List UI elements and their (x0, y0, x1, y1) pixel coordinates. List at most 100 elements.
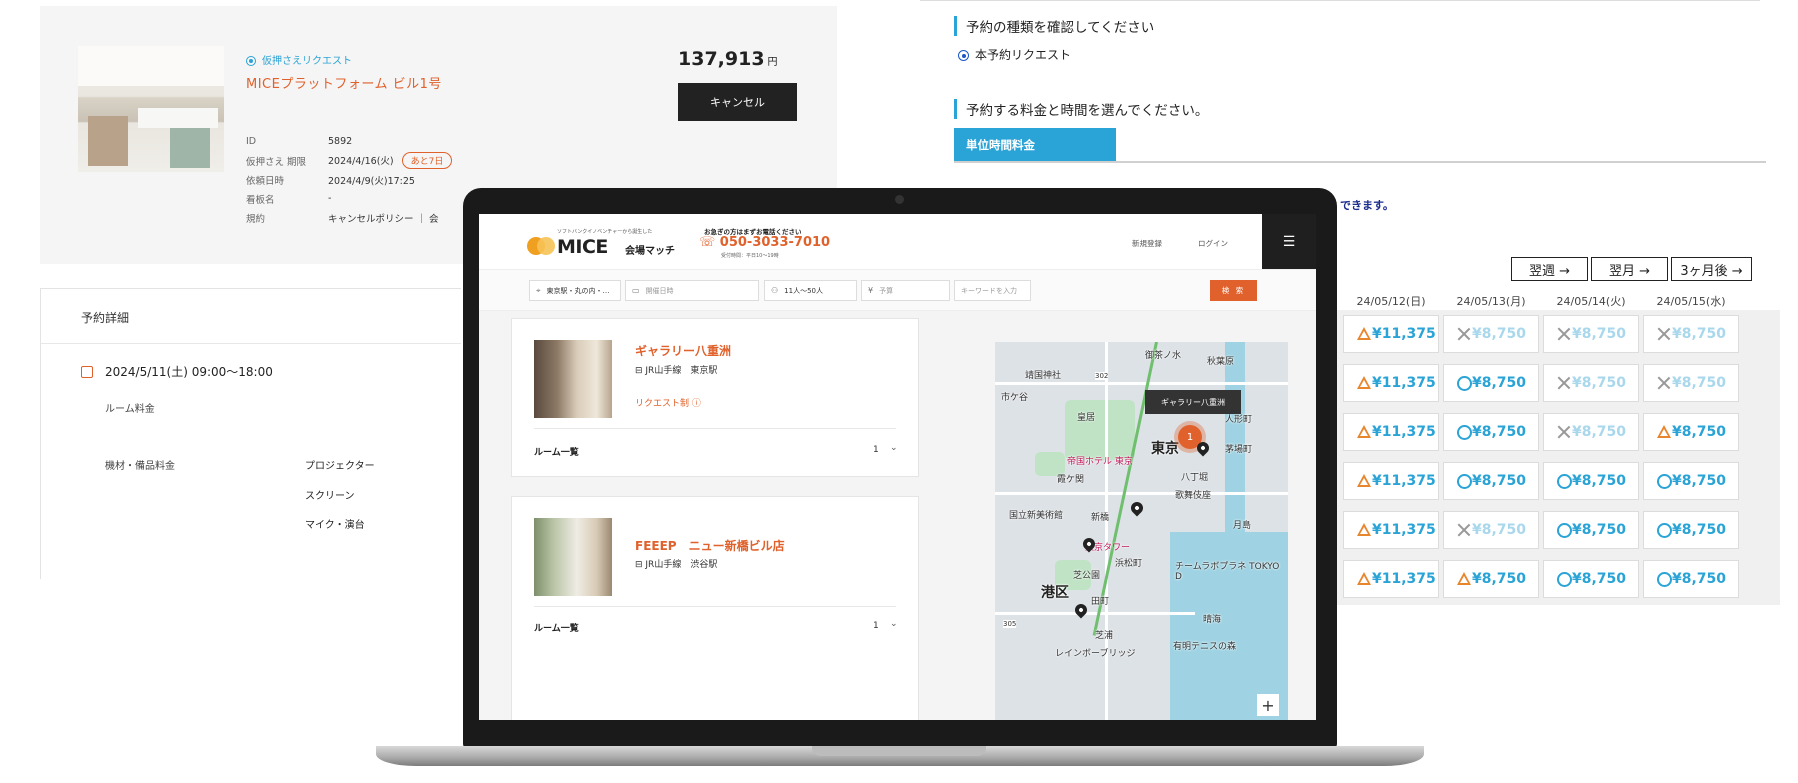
map-label: 皇居 (1077, 413, 1096, 423)
slot-price: ¥11,375 (1372, 375, 1436, 391)
venue-name[interactable]: FEEEP ニュー新橋ビル店 (635, 537, 785, 554)
zoom-in-button[interactable]: + (1257, 694, 1279, 716)
row-value: 2024/4/9(火)17:25 (328, 175, 415, 187)
room-count: 1 (873, 621, 879, 631)
availability-cell: ¥8,750 (1643, 315, 1739, 353)
table-row: ID 5892 (246, 132, 452, 151)
availability-cell[interactable]: ¥8,750 (1543, 511, 1639, 549)
site-header: ソフトバンクイノベンチャーから誕生した MICE 会場マッチ お急ぎの方はまずお… (479, 214, 1316, 270)
map-label: 国立新美術館 (1009, 511, 1064, 521)
map-label: 新橋 (1091, 513, 1110, 523)
register-link[interactable]: 新規登録 (1132, 238, 1162, 249)
login-link[interactable]: ログイン (1198, 238, 1228, 249)
phone-number[interactable]: ☏ 050-3033-7010 (699, 235, 830, 250)
booking-type-option[interactable]: 本予約リクエスト (958, 46, 1071, 63)
availability-cell[interactable]: ¥8,750 (1643, 511, 1739, 549)
availability-cell[interactable]: ¥8,750 (1443, 364, 1539, 402)
slot-price: ¥8,750 (1672, 326, 1727, 342)
slot-price: ¥8,750 (1572, 571, 1627, 587)
row-label: 依頼日時 (246, 175, 285, 187)
venue-card[interactable]: ギャラリー八重洲 ⊟ JR山手線 東京駅 リクエスト制 ⓘ ルーム一覧 1 ⌄ (511, 318, 919, 477)
site-logo[interactable]: MICE (557, 236, 608, 258)
equipment-item: マイク・演台 (305, 520, 365, 531)
venue-card[interactable]: FEEEP ニュー新橋ビル店 ⊟ JR山手線 渋谷駅 ルーム一覧 1 ⌄ (511, 496, 919, 720)
row-label: ID (246, 136, 257, 147)
map-label: 浜松町 (1115, 559, 1143, 569)
keyword-input[interactable]: キーワードを入力 (954, 280, 1031, 301)
slot-price: ¥8,750 (1672, 571, 1727, 587)
room-list-label[interactable]: ルーム一覧 (534, 621, 579, 634)
availability-cell: ¥8,750 (1543, 413, 1639, 451)
policy-link[interactable]: キャンセルポリシー ｜ 会 (328, 208, 452, 227)
slot-price: ¥8,750 (1672, 473, 1727, 489)
availability-cell[interactable]: ¥8,750 (1443, 462, 1539, 500)
venue-photo (534, 340, 612, 418)
help-icon[interactable]: ⓘ (692, 399, 701, 409)
venue-pin-icon[interactable] (1072, 601, 1090, 619)
next-month-button[interactable]: 翌月 → (1591, 257, 1668, 281)
slot-price: ¥11,375 (1372, 326, 1436, 342)
availability-cell[interactable]: ¥11,375 (1343, 511, 1439, 549)
availability-cell[interactable]: ¥8,750 (1443, 413, 1539, 451)
room-list-label[interactable]: ルーム一覧 (534, 445, 579, 458)
availability-cell: ¥8,750 (1643, 364, 1739, 402)
venue-tooltip[interactable]: ギャラリー八重洲 (1145, 390, 1241, 414)
available-icon (1556, 571, 1572, 587)
slot-price: ¥8,750 (1472, 473, 1527, 489)
availability-cell[interactable]: ¥8,750 (1543, 560, 1639, 598)
availability-cell[interactable]: ¥8,750 (1643, 462, 1739, 500)
next-week-button[interactable]: 翌週 → (1511, 257, 1588, 281)
search-button[interactable]: 検 索 (1210, 280, 1257, 301)
map-label: 芝浦 (1095, 631, 1114, 641)
three-months-later-button[interactable]: 3ヶ月後 → (1671, 257, 1752, 281)
slot-price: ¥11,375 (1372, 424, 1436, 440)
row-label: 看板名 (246, 194, 275, 206)
availability-cell[interactable]: ¥11,375 (1343, 364, 1439, 402)
availability-cell[interactable]: ¥11,375 (1343, 560, 1439, 598)
people-value: 11人〜50人 (784, 286, 823, 295)
available-icon (1456, 473, 1472, 489)
chevron-down-icon[interactable]: ⌄ (890, 619, 898, 629)
map-label: 霞ケ関 (1057, 475, 1085, 485)
map-label: レインボーブリッジ (1055, 649, 1136, 659)
radio-selected-icon[interactable] (958, 50, 969, 61)
station-select[interactable]: ⌖ 東京駅・丸の内・… (529, 280, 621, 301)
availability-cell[interactable]: ¥11,375 (1343, 462, 1439, 500)
budget-input[interactable]: ¥ 予算 (861, 280, 950, 301)
availability-cell[interactable]: ¥11,375 (1343, 315, 1439, 353)
table-row: 看板名 - (246, 189, 452, 208)
price-value: 137,913 (678, 48, 765, 70)
request-info[interactable]: リクエスト制 ⓘ (635, 396, 701, 409)
date-input[interactable]: ▭ 開催日時 (625, 280, 759, 301)
availability-cell[interactable]: ¥11,375 (1343, 413, 1439, 451)
cancel-button[interactable]: キャンセル (678, 83, 797, 121)
chevron-down-icon[interactable]: ⌄ (890, 443, 898, 453)
few-left-icon (1356, 375, 1372, 391)
map-label: 秋葉原 (1207, 357, 1235, 367)
map-label: 有明テニスの森 (1173, 642, 1237, 652)
slot-price: ¥8,750 (1472, 424, 1527, 440)
availability-cell[interactable]: ¥8,750 (1543, 462, 1639, 500)
map-view[interactable]: 御茶ノ水 秋葉原 靖国神社 302 市ケ谷 皇居 人形町 東京 茅場町 帝国ホテ… (995, 342, 1288, 720)
logo-tagline: ソフトバンクイノベンチャーから誕生した (557, 229, 653, 235)
search-bar: ⌖ 東京駅・丸の内・… ▭ 開催日時 ⚇ 11人〜50人 ¥ 予算 キーワードを入力 検… (479, 270, 1316, 311)
request-type-label: 仮押さえリクエスト (262, 56, 352, 67)
phone-hours: 受付時間：平日10〜19時 (721, 253, 779, 259)
slot-price: ¥8,750 (1672, 522, 1727, 538)
venue-photo (78, 46, 224, 172)
availability-cell[interactable]: ¥8,750 (1443, 560, 1539, 598)
available-icon (1456, 424, 1472, 440)
available-icon (1556, 473, 1572, 489)
map-label: 市ケ谷 (1001, 393, 1029, 403)
tab-unit-time-price[interactable]: 単位時間料金 (954, 128, 1116, 161)
venue-name[interactable]: ギャラリー八重洲 (635, 342, 731, 359)
availability-cell[interactable]: ¥8,750 (1643, 413, 1739, 451)
availability-cell[interactable]: ¥8,750 (1643, 560, 1739, 598)
slot-price: ¥8,750 (1472, 375, 1527, 391)
price-time-heading: 予約する料金と時間を選んでください。 (954, 99, 1208, 119)
venue-pin-icon[interactable] (1128, 499, 1146, 517)
venue-title[interactable]: MICEプラットフォーム ビル1号 (246, 73, 442, 92)
map-label: 月島 (1233, 521, 1252, 531)
menu-icon[interactable]: ☰ (1262, 214, 1316, 269)
people-select[interactable]: ⚇ 11人〜50人 (764, 280, 857, 301)
